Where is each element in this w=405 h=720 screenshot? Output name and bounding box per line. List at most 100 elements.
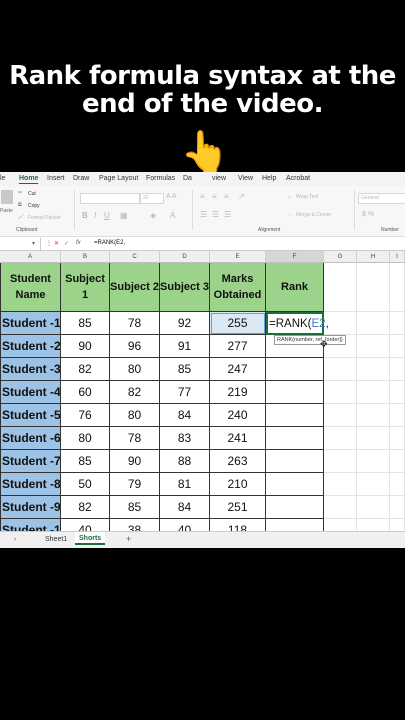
subject-cell[interactable]: 60 — [61, 381, 110, 404]
empty-cell[interactable] — [357, 335, 390, 358]
function-icon[interactable]: fx — [76, 240, 81, 246]
student-name-cell[interactable]: Student -3 — [0, 358, 61, 381]
column-header-d[interactable]: D — [160, 251, 210, 263]
cut-icon[interactable]: ✂ — [18, 190, 22, 196]
format-painter-button[interactable]: Format Painter — [28, 215, 61, 221]
column-header-f[interactable]: F — [266, 251, 324, 263]
subject-cell[interactable]: 85 — [160, 358, 210, 381]
rank-cell[interactable] — [266, 381, 324, 404]
empty-cell[interactable] — [357, 404, 390, 427]
subject-cell[interactable]: 80 — [61, 427, 110, 450]
bold-icon[interactable]: B — [82, 211, 88, 220]
tab-data[interactable]: Da — [183, 175, 192, 182]
subject-cell[interactable]: 84 — [160, 496, 210, 519]
subject-cell[interactable]: 81 — [160, 473, 210, 496]
empty-cell[interactable] — [357, 263, 390, 312]
subject-cell[interactable]: 82 — [61, 496, 110, 519]
enter-icon[interactable]: ✓ — [64, 240, 69, 247]
empty-cell[interactable] — [390, 335, 405, 358]
empty-cell[interactable] — [390, 450, 405, 473]
orientation-icon[interactable]: ↗ — [238, 192, 245, 201]
subject-cell[interactable]: 92 — [160, 312, 210, 335]
subject-cell[interactable]: 85 — [110, 496, 160, 519]
empty-cell[interactable] — [324, 496, 357, 519]
empty-cell[interactable] — [324, 312, 357, 335]
column-header-g[interactable]: G — [324, 251, 357, 263]
subject-cell[interactable]: 91 — [160, 335, 210, 358]
rank-cell[interactable] — [266, 358, 324, 381]
sheet-tab-sheet1[interactable]: Sheet1 — [45, 536, 67, 543]
student-name-cell[interactable]: Student -7 — [0, 450, 61, 473]
tab-acrobat[interactable]: Acrobat — [286, 175, 310, 182]
table-header-cell[interactable]: Marks Obtained — [210, 263, 266, 312]
empty-cell[interactable] — [357, 358, 390, 381]
number-format-box[interactable]: General — [358, 193, 405, 204]
table-header-cell[interactable]: Subject 3 — [160, 263, 210, 312]
currency-icon[interactable]: $ % — [362, 211, 374, 218]
subject-cell[interactable]: 78 — [110, 427, 160, 450]
subject-cell[interactable]: 85 — [61, 312, 110, 335]
font-increase-icon[interactable]: A A — [166, 193, 177, 200]
column-header-i[interactable]: I — [390, 251, 405, 263]
empty-cell[interactable] — [324, 358, 357, 381]
marks-cell[interactable]: 251 — [210, 496, 266, 519]
scroll-prev-sheet-icon[interactable]: › — [14, 536, 16, 543]
tab-formulas[interactable]: Formulas — [146, 175, 175, 182]
subject-cell[interactable]: 85 — [61, 450, 110, 473]
more-icon[interactable]: ⋮ — [46, 240, 52, 247]
empty-cell[interactable] — [390, 427, 405, 450]
subject-cell[interactable]: 77 — [160, 381, 210, 404]
empty-cell[interactable] — [390, 263, 405, 312]
align-right-icon[interactable]: ☰ — [224, 210, 231, 219]
empty-cell[interactable] — [390, 381, 405, 404]
tab-draw[interactable]: Draw — [73, 175, 89, 182]
align-bottom-icon[interactable]: ≡ — [224, 192, 229, 201]
tab-view[interactable]: View — [238, 175, 253, 182]
student-name-cell[interactable]: Student -8 — [0, 473, 61, 496]
tab-insert[interactable]: Insert — [47, 175, 65, 182]
marks-cell[interactable]: 263 — [210, 450, 266, 473]
cut-button[interactable]: Cut — [28, 191, 36, 197]
paste-icon[interactable] — [1, 190, 13, 204]
align-top-icon[interactable]: ≡ — [200, 192, 205, 201]
table-header-cell[interactable]: Student Name — [0, 263, 61, 312]
rank-cell[interactable] — [266, 450, 324, 473]
marks-cell[interactable]: 241 — [210, 427, 266, 450]
italic-icon[interactable]: I — [94, 211, 96, 220]
align-center-icon[interactable]: ☰ — [212, 210, 219, 219]
copy-button[interactable]: Copy — [28, 203, 40, 209]
subject-cell[interactable]: 50 — [61, 473, 110, 496]
subject-cell[interactable]: 84 — [160, 404, 210, 427]
empty-cell[interactable] — [390, 312, 405, 335]
subject-cell[interactable]: 83 — [160, 427, 210, 450]
empty-cell[interactable] — [324, 450, 357, 473]
font-size-box[interactable]: 20 — [140, 193, 164, 204]
column-header-b[interactable]: B — [61, 251, 110, 263]
empty-cell[interactable] — [324, 263, 357, 312]
empty-cell[interactable] — [357, 427, 390, 450]
empty-cell[interactable] — [357, 496, 390, 519]
empty-cell[interactable] — [324, 381, 357, 404]
empty-cell[interactable] — [357, 450, 390, 473]
sheet-tab-shorts[interactable]: Shorts — [75, 532, 106, 545]
format-painter-icon[interactable]: 🖌 — [18, 214, 24, 220]
tab-help[interactable]: Help — [262, 175, 276, 182]
column-header-a[interactable]: A — [0, 251, 61, 263]
subject-cell[interactable]: 79 — [110, 473, 160, 496]
tab-home[interactable]: Home — [19, 175, 39, 184]
marks-cell[interactable]: 210 — [210, 473, 266, 496]
empty-cell[interactable] — [390, 473, 405, 496]
merge-center-icon[interactable]: ⇔ — [288, 212, 293, 218]
empty-cell[interactable] — [357, 381, 390, 404]
empty-cell[interactable] — [357, 473, 390, 496]
borders-icon[interactable]: ▦ — [120, 211, 128, 220]
subject-cell[interactable]: 90 — [61, 335, 110, 358]
font-color-icon[interactable]: A — [170, 211, 175, 220]
marks-cell[interactable]: 277 — [210, 335, 266, 358]
rank-cell[interactable]: =RANK(E2, — [266, 312, 329, 335]
tab-page-layout[interactable]: Page Layout — [99, 175, 138, 182]
student-name-cell[interactable]: Student -9 — [0, 496, 61, 519]
add-sheet-button[interactable]: + — [126, 534, 131, 544]
subject-cell[interactable]: 80 — [110, 358, 160, 381]
student-name-cell[interactable]: Student -4 — [0, 381, 61, 404]
